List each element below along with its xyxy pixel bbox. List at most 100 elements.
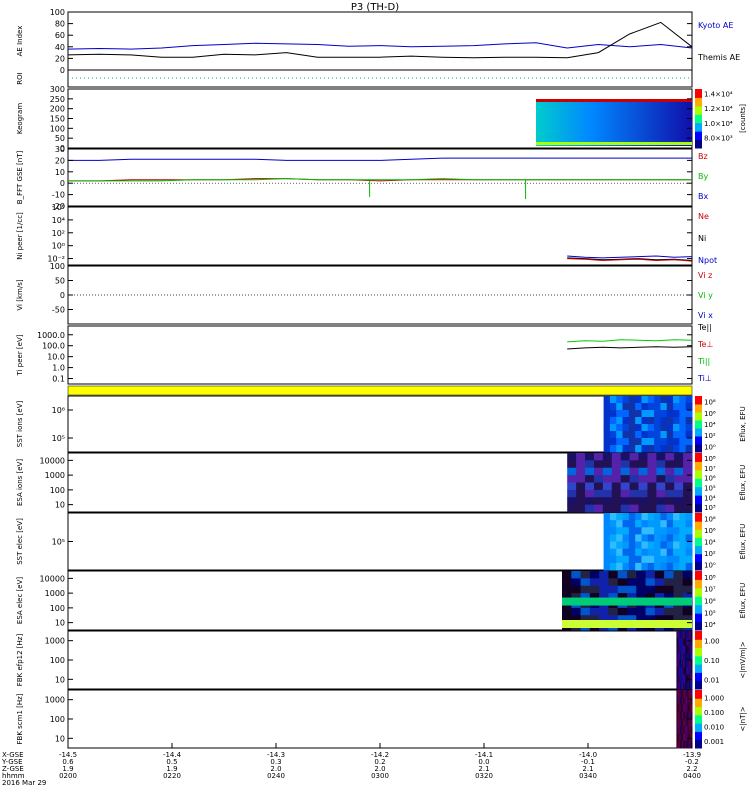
colorbar-tick: 10⁴: [704, 421, 716, 429]
spectrogram-cell: [576, 453, 586, 461]
spectrogram-cell: [628, 548, 636, 557]
y-tick-label: 10⁶: [52, 406, 65, 415]
spectrogram-cell: [654, 417, 661, 425]
spectrogram-cell: [603, 438, 611, 446]
spectrogram-cell: [628, 541, 636, 550]
spectrogram-cell: [616, 513, 624, 521]
spectrogram-cell: [690, 704, 693, 713]
spectrogram-cell: [660, 555, 668, 564]
spectrogram-cell: [641, 562, 649, 571]
colorbar-swatch: [695, 553, 702, 563]
spectrogram-cell: [666, 520, 674, 528]
y-tick-label: 100: [50, 124, 65, 133]
spectrogram-cell: [654, 438, 661, 446]
spectrogram-cell: [674, 497, 684, 506]
y-tick-label: 100.0: [42, 342, 65, 351]
spectrogram-cell: [629, 460, 640, 469]
y-axis-label: FBK scm1 [Hz]: [16, 693, 24, 744]
spectrogram-cell: [654, 445, 661, 453]
spectrogram-cell: [647, 555, 655, 564]
colorbar-swatch: [695, 561, 702, 571]
spectrogram-cell: [660, 513, 668, 521]
spectrogram-cell: [622, 541, 630, 550]
colorbar-swatch: [695, 122, 702, 132]
spectrogram-cell: [585, 489, 595, 498]
y-axis-label: Ni peer [1/cc]: [16, 212, 24, 260]
spectrogram-cell: [673, 527, 680, 535]
spectrogram-cell: [647, 548, 655, 557]
spectrogram-cell: [580, 571, 591, 579]
spectrogram-cell: [603, 417, 611, 425]
spectrogram-cell: [603, 410, 611, 418]
spectrogram-cell: [673, 541, 680, 550]
spectrogram-cell: [673, 410, 680, 418]
spectrogram-cell: [679, 534, 687, 542]
spectrogram-cell: [616, 548, 624, 557]
spectrogram-cell: [576, 460, 586, 469]
spectrogram-cell: [641, 417, 649, 425]
spectrogram-cell: [666, 527, 674, 535]
spectrogram-cell: [647, 520, 655, 528]
spectrogram-cell: [620, 467, 631, 476]
colorbar-esa_i: [695, 453, 702, 513]
spectrogram-cell: [685, 424, 693, 432]
spectrogram-cell: [674, 475, 684, 483]
spectrogram-cell: [603, 527, 611, 535]
colorbar-swatch: [695, 453, 702, 462]
spectrogram-cell: [664, 578, 674, 587]
legend-entry: Themis AE: [697, 53, 740, 62]
spectrogram-cell: [567, 504, 577, 513]
spectrogram-cell: [679, 438, 687, 446]
spectrogram-cell: [620, 453, 631, 461]
spectrogram-cell: [666, 445, 674, 453]
spectrogram-cell: [608, 607, 619, 616]
colorbar-swatch: [695, 105, 702, 115]
spectrogram-cell: [679, 513, 687, 521]
spectrogram-cell: [683, 453, 693, 461]
spectrogram-cell: [674, 453, 684, 461]
spectrogram-cell: [666, 562, 674, 571]
y-tick-label: 20: [55, 54, 65, 63]
spectrogram-cell: [679, 541, 687, 550]
spectrogram-cell: [629, 475, 640, 483]
spectrogram-cell: [622, 562, 630, 571]
spectrogram-cell: [656, 453, 666, 461]
spectrogram-cell: [679, 403, 687, 411]
spectrogram-cell: [617, 585, 628, 594]
spectrogram-cell: [660, 534, 668, 542]
spectrogram-cell: [683, 475, 693, 483]
spectrogram-cell: [683, 460, 693, 469]
spectrogram-cell: [645, 585, 656, 594]
y-tick-label: 100: [50, 486, 65, 495]
spectrogram-cell: [654, 571, 665, 579]
colorbar-tick: 10⁵: [704, 484, 716, 492]
spectrogram-cell: [673, 445, 680, 453]
spectrogram-cell: [635, 541, 642, 550]
spectrogram-cell: [620, 460, 631, 469]
y-tick-label: 10⁰: [52, 242, 65, 251]
spectrogram-cell: [611, 504, 622, 513]
colorbar-label: Eflux, EFU: [739, 524, 747, 559]
spectrogram-cell: [611, 460, 622, 469]
colorbar-tick: 1.2×10⁴: [704, 105, 733, 113]
colorbar-label: [counts]: [739, 104, 747, 133]
colorbar-swatch: [695, 461, 702, 471]
spectrogram-cell: [685, 534, 693, 542]
colorbar-tick: 10⁵: [704, 609, 716, 617]
spectrogram-cell: [685, 431, 693, 439]
spectrogram-cell: [654, 424, 661, 432]
y-tick-label: 80: [55, 20, 65, 29]
y-axis-label: B_FFT GSE [nT]: [16, 151, 24, 205]
spectrogram-cell: [635, 431, 642, 439]
colorbar-swatch: [695, 396, 702, 405]
spectrogram-cell: [685, 445, 693, 453]
colorbar-tick: 0.01: [704, 676, 720, 684]
colorbar-sst_i: [695, 396, 702, 453]
y-tick-label: 10: [55, 675, 65, 684]
legend-entry: Te||: [697, 323, 712, 332]
series-line-te: [567, 339, 693, 343]
colorbar-label: Eflux, EFU: [739, 583, 747, 618]
colorbar-tick: 10⁴: [704, 539, 716, 547]
spectrogram-cell: [685, 520, 693, 528]
y-tick-label: 1.0: [52, 364, 65, 373]
